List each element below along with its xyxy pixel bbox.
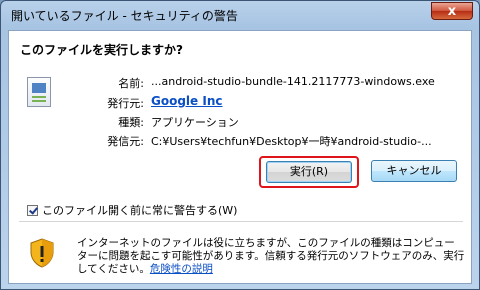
warning-shield-icon [30, 238, 54, 268]
warning-text: インターネットのファイルは役に立ちますが、このファイルの種類はコンピューターに問… [77, 237, 465, 275]
dialog-body: このファイルを実行しますか? 名前: ...android-studio-bun… [8, 30, 472, 284]
close-icon: x [447, 4, 457, 19]
run-question: このファイルを実行しますか? [20, 43, 183, 57]
always-warn-option[interactable]: このファイル開く前に常に警告する(W) [27, 202, 237, 218]
publisher-label: 発行元: [107, 97, 144, 110]
name-label: 名前: [118, 77, 144, 90]
window-title: 開いているファイル - セキュリティの警告 [11, 9, 238, 23]
close-button[interactable]: x [431, 2, 473, 20]
run-button-highlight: 実行(R) [259, 156, 359, 188]
warning-message: インターネットのファイルは役に立ちますが、このファイルの種類はコンピューターに問… [77, 237, 465, 276]
risk-explanation-link[interactable]: 危険性の説明 [150, 263, 213, 275]
cancel-button[interactable]: キャンセル [371, 160, 457, 182]
from-label: 発信元: [107, 135, 144, 148]
title-bar[interactable]: 開いているファイル - セキュリティの警告 x [1, 1, 479, 29]
always-warn-checkbox[interactable] [27, 205, 38, 216]
security-warning-dialog: 開いているファイル - セキュリティの警告 x このファイルを実行しますか? 名… [0, 0, 480, 290]
application-file-icon [27, 77, 51, 107]
divider [19, 221, 463, 222]
type-label: 種類: [118, 116, 144, 129]
type-value: アプリケーション [151, 116, 239, 129]
publisher-link[interactable]: Google Inc [151, 94, 222, 108]
name-value: ...android-studio-bundle-141.2117773-win… [151, 75, 435, 88]
from-value: C:¥Users¥techfun¥Desktop¥一時¥android-stud… [151, 135, 432, 148]
run-button[interactable]: 実行(R) [266, 161, 352, 183]
always-warn-label: このファイル開く前に常に警告する(W) [42, 204, 238, 217]
